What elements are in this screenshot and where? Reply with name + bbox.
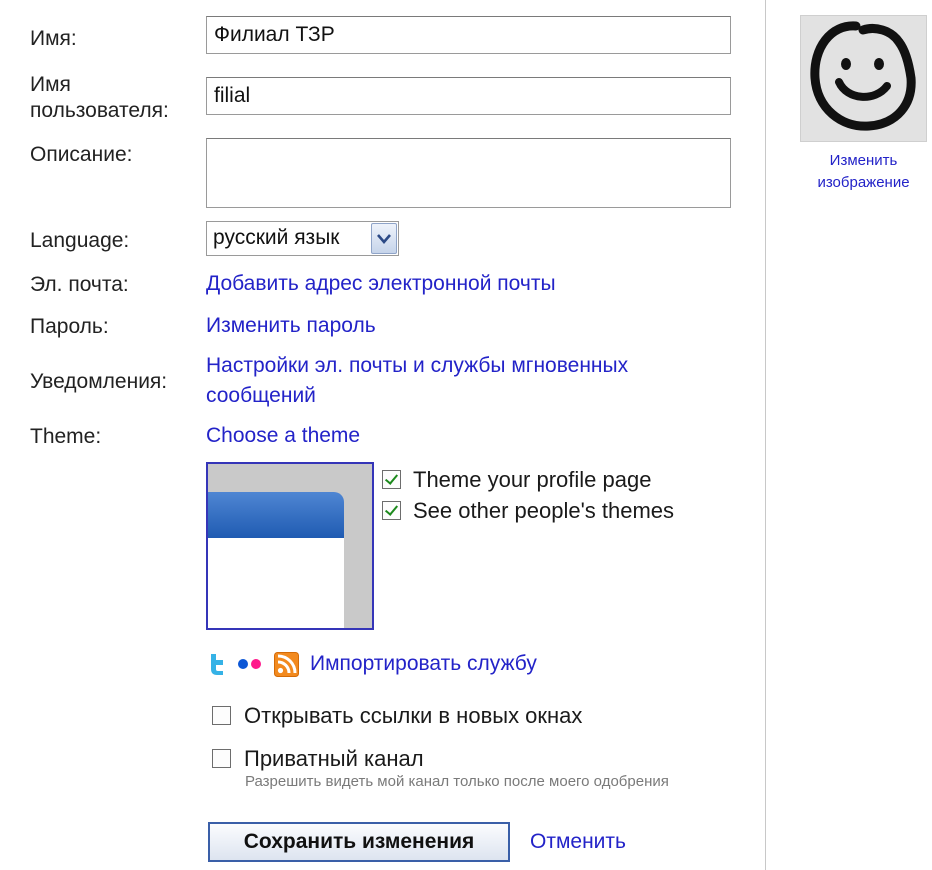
theme-preview[interactable] [206, 462, 374, 630]
private-channel-hint: Разрешить видеть мой канал только после … [245, 773, 669, 790]
description-label: Описание: [30, 143, 133, 166]
theme-profile-label: Theme your profile page [413, 467, 652, 492]
column-divider [765, 0, 766, 870]
choose-theme-link[interactable]: Choose a theme [206, 423, 360, 449]
chevron-down-icon[interactable] [371, 223, 397, 254]
username-label-line2: пользователя: [30, 99, 169, 122]
rss-icon[interactable] [274, 652, 299, 682]
name-input[interactable] [206, 16, 731, 54]
add-email-link[interactable]: Добавить адрес электронной почты [206, 271, 556, 297]
language-select-value: русский язык [213, 226, 340, 249]
import-service-link[interactable]: Импортировать службу [310, 651, 537, 677]
theme-label: Theme: [30, 425, 102, 448]
flickr-icon[interactable] [236, 657, 264, 675]
save-changes-button[interactable]: Сохранить изменения [208, 822, 510, 862]
username-input[interactable] [206, 77, 731, 115]
notifications-label: Уведомления: [30, 370, 168, 393]
cancel-link[interactable]: Отменить [530, 829, 626, 855]
see-others-themes-checkbox[interactable] [382, 501, 401, 520]
private-channel-checkbox[interactable] [212, 749, 231, 768]
password-label: Пароль: [30, 315, 109, 338]
private-channel-label: Приватный канал [244, 746, 424, 771]
notifications-settings-link-line1[interactable]: Настройки эл. почты и службы мгновенных [206, 353, 628, 379]
notifications-settings-link-line2[interactable]: сообщений [206, 383, 316, 409]
see-others-themes-label: See other people's themes [413, 498, 675, 523]
change-avatar-link-line1: Изменить [829, 152, 898, 169]
change-avatar-link-line2: изображение [817, 174, 910, 191]
theme-profile-checkbox[interactable] [382, 470, 401, 489]
name-label: Имя: [30, 27, 77, 50]
username-label-line1: Имя [30, 73, 71, 96]
change-password-link[interactable]: Изменить пароль [206, 313, 376, 339]
twitter-icon[interactable] [208, 652, 226, 681]
smiley-face-icon [810, 21, 916, 131]
email-label: Эл. почта: [30, 273, 129, 296]
theme-preview-body [208, 538, 344, 628]
avatar[interactable] [800, 15, 927, 142]
description-textarea[interactable] [206, 138, 731, 208]
language-select[interactable]: русский язык [206, 221, 399, 256]
change-avatar-link[interactable]: Изменить изображение [800, 150, 927, 194]
theme-preview-header [208, 492, 344, 538]
open-links-new-window-label: Открывать ссылки в новых окнах [244, 703, 583, 728]
language-label: Language: [30, 229, 130, 252]
open-links-new-window-checkbox[interactable] [212, 706, 231, 725]
